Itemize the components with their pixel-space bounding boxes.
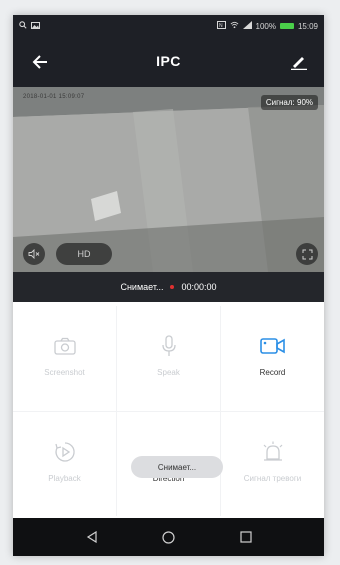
search-icon [19, 21, 27, 31]
nav-back-button[interactable] [80, 525, 104, 549]
record-label: Record [259, 368, 286, 377]
nfc-icon: N [216, 21, 226, 31]
svg-text:N: N [219, 23, 223, 29]
status-right-icons: N 100% 15:09 [216, 21, 318, 31]
signal-strength-icon [242, 21, 252, 31]
camera-video-feed[interactable]: 2018-01-01 15:09:07 Сигнал: 90% HD [13, 87, 324, 272]
battery-percent: 100% [255, 21, 276, 31]
speak-button[interactable]: Speak [117, 306, 220, 411]
triangle-back-icon [86, 531, 97, 543]
recording-bar: Снимает... 00:00:00 [13, 272, 324, 302]
wifi-icon [230, 21, 239, 31]
pencil-icon [291, 57, 307, 70]
speak-label: Speak [157, 368, 180, 377]
speaker-mute-icon [28, 249, 40, 259]
record-button[interactable]: Record [221, 306, 324, 411]
square-recents-icon [239, 531, 252, 543]
signal-badge: Сигнал: 90% [260, 95, 318, 110]
edit-button[interactable] [286, 49, 312, 75]
mute-button[interactable] [23, 243, 45, 265]
quality-button[interactable]: HD [56, 243, 112, 265]
playback-icon [54, 440, 76, 464]
page-title: IPC [156, 53, 181, 69]
alarm-icon [261, 440, 285, 464]
battery-icon [279, 23, 294, 29]
system-nav-bar [13, 518, 324, 556]
recording-status: Снимает... [120, 282, 164, 292]
microphone-icon [161, 334, 177, 358]
image-icon [31, 21, 40, 31]
video-camera-icon [259, 334, 286, 358]
status-time: 15:09 [297, 21, 318, 31]
fullscreen-icon [302, 249, 312, 259]
video-timestamp: 2018-01-01 15:09:07 [23, 94, 85, 100]
playback-button[interactable]: Playback [13, 412, 116, 517]
status-left-icons [19, 21, 40, 31]
app-bar: IPC [13, 37, 324, 87]
nav-home-button[interactable] [157, 525, 181, 549]
nav-recents-button[interactable] [234, 525, 258, 549]
recording-toast: Снимает... [131, 456, 223, 478]
circle-home-icon [162, 530, 175, 544]
playback-label: Playback [48, 474, 81, 483]
controls-grid: Screenshot Speak Record Playback Directi… [13, 306, 324, 516]
phone-screen: N 100% 15:09 IPC 2018-01-01 15:09:07 Сиг… [13, 15, 324, 556]
recording-dot [170, 285, 175, 289]
status-bar: N 100% 15:09 [13, 15, 324, 37]
fullscreen-button[interactable] [296, 243, 318, 265]
camera-icon [53, 334, 76, 358]
screenshot-button[interactable]: Screenshot [13, 306, 116, 411]
alarm-label: Сигнал тревоги [243, 474, 302, 483]
alarm-button[interactable]: Сигнал тревоги [221, 412, 324, 517]
screenshot-label: Screenshot [44, 368, 85, 377]
recording-timer: 00:00:00 [181, 282, 217, 292]
